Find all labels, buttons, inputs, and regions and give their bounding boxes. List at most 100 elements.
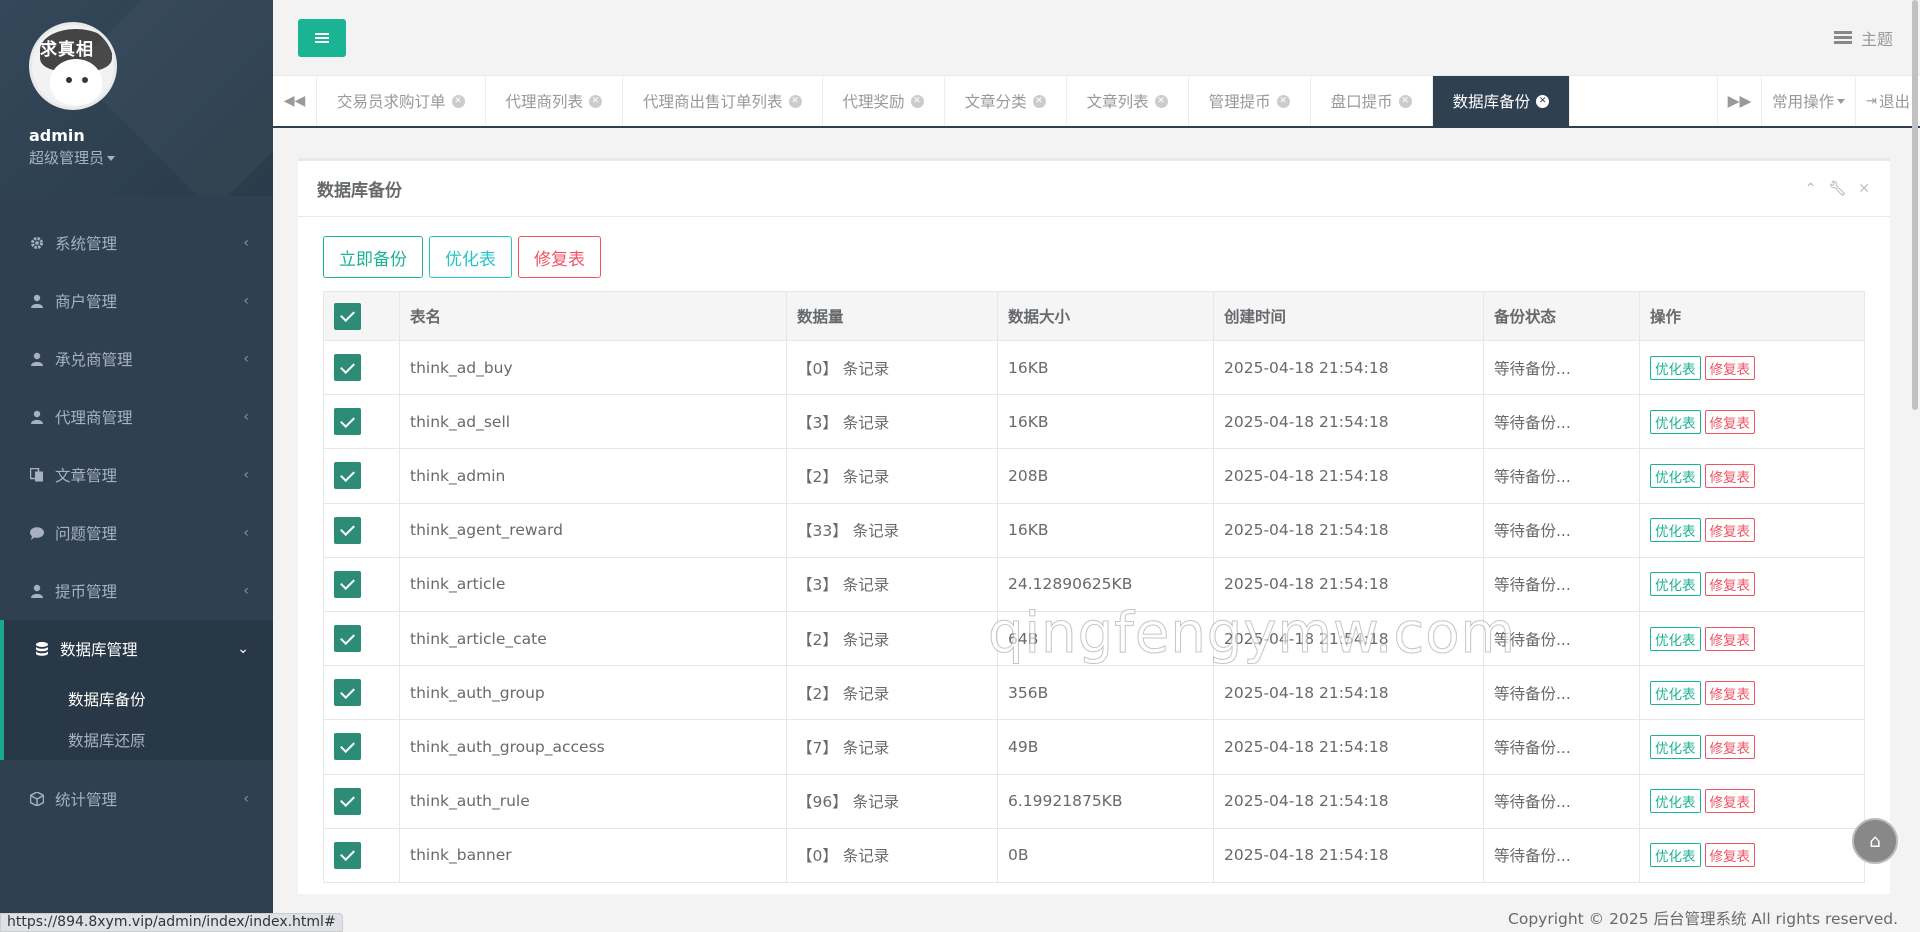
- tab-scroll-right-button[interactable]: ▶▶: [1717, 76, 1761, 126]
- home-button[interactable]: ⌂: [1852, 818, 1898, 864]
- row-checkbox[interactable]: [334, 679, 361, 707]
- row-checkbox[interactable]: [334, 841, 361, 869]
- close-icon[interactable]: ✕: [1276, 94, 1290, 108]
- caret-down-icon: [1837, 98, 1846, 104]
- backup-status: 等待备份...: [1483, 394, 1640, 450]
- tab-agent-reward[interactable]: 代理奖励 ✕: [823, 76, 945, 126]
- chevron-left-icon: ‹: [243, 235, 249, 251]
- close-icon[interactable]: ✕: [451, 94, 465, 108]
- tab-db-backup[interactable]: 数据库备份 ✕: [1432, 76, 1571, 126]
- tab-article-list[interactable]: 文章列表 ✕: [1067, 76, 1189, 126]
- row-checkbox[interactable]: [334, 462, 361, 490]
- logout-button[interactable]: ⇥ 退出: [1855, 76, 1920, 126]
- chevron-left-icon: ‹: [243, 293, 249, 309]
- sidebar-item-agent[interactable]: 代理商管理 ‹: [0, 388, 273, 446]
- created-time: 2025-04-18 21:54:18: [1213, 773, 1484, 829]
- repair-table-button[interactable]: 修复表: [518, 236, 601, 278]
- sidebar-item-merchant[interactable]: 商户管理 ‹: [0, 272, 273, 330]
- chevron-left-icon: ‹: [243, 791, 249, 807]
- row-checkbox[interactable]: [334, 733, 361, 761]
- row-actions: 优化表 修复表: [1639, 502, 1865, 558]
- row-optimize-button[interactable]: 优化表: [1650, 409, 1701, 434]
- tab-market-withdraw[interactable]: 盘口提币 ✕: [1311, 76, 1433, 126]
- user-icon: [29, 293, 45, 309]
- row-repair-button[interactable]: 修复表: [1704, 355, 1755, 380]
- close-icon[interactable]: ✕: [1154, 94, 1168, 108]
- row-checkbox[interactable]: [334, 516, 361, 544]
- tab-trader-orders[interactable]: 交易员求购订单 ✕: [317, 76, 486, 126]
- row-checkbox[interactable]: [334, 570, 361, 598]
- row-optimize-button[interactable]: 优化表: [1650, 518, 1701, 543]
- chevron-down-icon: ⌄: [237, 641, 249, 657]
- close-icon[interactable]: ✕: [589, 94, 603, 108]
- row-optimize-button[interactable]: 优化表: [1650, 463, 1701, 488]
- row-checkbox[interactable]: [334, 354, 361, 382]
- created-time: 2025-04-18 21:54:18: [1213, 502, 1484, 558]
- row-repair-button[interactable]: 修复表: [1704, 463, 1755, 488]
- page-scrollbar[interactable]: [1912, 0, 1918, 410]
- select-all-checkbox[interactable]: [334, 302, 361, 330]
- common-ops-dropdown[interactable]: 常用操作: [1761, 76, 1855, 126]
- row-repair-button[interactable]: 修复表: [1704, 572, 1755, 597]
- sidebar-item-stats[interactable]: 统计管理 ‹: [0, 770, 273, 828]
- sidebar-subitem-db-backup[interactable]: 数据库备份: [4, 678, 273, 719]
- tab-agent-list[interactable]: 代理商列表 ✕: [486, 76, 624, 126]
- row-actions: 优化表 修复表: [1639, 556, 1865, 612]
- close-icon[interactable]: ✕: [788, 94, 802, 108]
- record-count: 【33】 条记录: [786, 502, 998, 558]
- row-actions: 优化表 修复表: [1639, 394, 1865, 450]
- tab-agent-sell-orders[interactable]: 代理商出售订单列表 ✕: [623, 76, 823, 126]
- theme-button[interactable]: 主题: [1833, 26, 1893, 50]
- row-repair-button[interactable]: 修复表: [1704, 626, 1755, 651]
- created-time: 2025-04-18 21:54:18: [1213, 448, 1484, 504]
- data-size: 16KB: [997, 394, 1214, 450]
- tab-admin-withdraw[interactable]: 管理提币 ✕: [1189, 76, 1311, 126]
- row-repair-button[interactable]: 修复表: [1704, 843, 1755, 868]
- menu-toggle-button[interactable]: [298, 19, 346, 57]
- backup-status: 等待备份...: [1483, 339, 1640, 396]
- sidebar-item-system[interactable]: 系统管理 ‹: [0, 214, 273, 272]
- backup-now-button[interactable]: 立即备份: [323, 236, 423, 278]
- comment-icon: [29, 525, 45, 541]
- data-size: 16KB: [997, 339, 1214, 396]
- created-time: 2025-04-18 21:54:18: [1213, 394, 1484, 450]
- optimize-table-button[interactable]: 优化表: [429, 236, 512, 278]
- close-icon[interactable]: ✕: [1032, 94, 1046, 108]
- row-repair-button[interactable]: 修复表: [1704, 734, 1755, 759]
- tab-article-category[interactable]: 文章分类 ✕: [945, 76, 1067, 126]
- chevron-left-icon: ‹: [243, 409, 249, 425]
- row-checkbox[interactable]: [334, 787, 361, 815]
- row-repair-button[interactable]: 修复表: [1704, 789, 1755, 814]
- sidebar-item-article[interactable]: 文章管理 ‹: [0, 446, 273, 504]
- close-icon[interactable]: ✕: [910, 94, 924, 108]
- status-bar-url: https://894.8xym.vip/admin/index/index.h…: [0, 913, 343, 932]
- row-repair-button[interactable]: 修复表: [1704, 518, 1755, 543]
- close-icon[interactable]: ✕: [1858, 181, 1870, 197]
- avatar[interactable]: 求真相: [29, 22, 117, 110]
- sidebar-item-question[interactable]: 问题管理 ‹: [0, 504, 273, 562]
- row-repair-button[interactable]: 修复表: [1704, 680, 1755, 705]
- tab-scroll-left-button[interactable]: ◀◀: [273, 76, 317, 126]
- row-optimize-button[interactable]: 优化表: [1650, 734, 1701, 759]
- row-optimize-button[interactable]: 优化表: [1650, 843, 1701, 868]
- sidebar-item-withdraw[interactable]: 提币管理 ‹: [0, 562, 273, 620]
- sidebar-item-database[interactable]: 数据库管理 ⌄: [4, 620, 273, 678]
- row-optimize-button[interactable]: 优化表: [1650, 626, 1701, 651]
- row-optimize-button[interactable]: 优化表: [1650, 572, 1701, 597]
- user-icon: [29, 583, 45, 599]
- profile-role-dropdown[interactable]: 超级管理员: [29, 147, 273, 168]
- collapse-icon[interactable]: ⌃: [1805, 181, 1817, 197]
- row-checkbox[interactable]: [334, 408, 361, 436]
- sidebar-item-acceptor[interactable]: 承兑商管理 ‹: [0, 330, 273, 388]
- sidebar-subitem-db-restore[interactable]: 数据库还原: [4, 719, 273, 760]
- row-checkbox[interactable]: [334, 625, 361, 653]
- row-optimize-button[interactable]: 优化表: [1650, 680, 1701, 705]
- wrench-icon[interactable]: 🔧︎: [1828, 181, 1846, 197]
- record-count: 【0】 条记录: [786, 827, 998, 883]
- close-icon[interactable]: ✕: [1536, 94, 1550, 108]
- row-optimize-button[interactable]: 优化表: [1650, 789, 1701, 814]
- row-optimize-button[interactable]: 优化表: [1650, 355, 1701, 380]
- close-icon[interactable]: ✕: [1398, 94, 1412, 108]
- caret-down-icon: [107, 156, 116, 161]
- row-repair-button[interactable]: 修复表: [1704, 409, 1755, 434]
